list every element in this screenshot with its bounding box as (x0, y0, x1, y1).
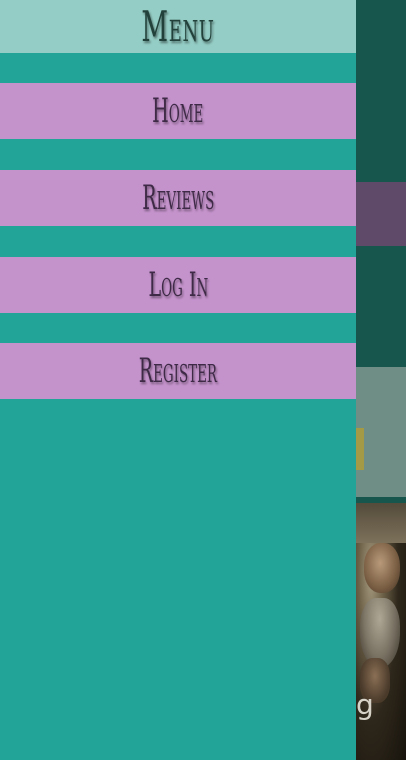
background-card-button (356, 428, 364, 470)
menu-item-log-in[interactable]: Log In (0, 257, 356, 313)
drawer-header: Menu (0, 0, 356, 53)
menu-item-home[interactable]: Home (0, 83, 356, 139)
menu-item-reviews[interactable]: Reviews (0, 170, 356, 226)
menu-item-register[interactable]: Register (0, 343, 356, 399)
poster-hat (356, 503, 406, 543)
menu-item-label: Home (152, 91, 204, 131)
drawer-title: Menu (141, 1, 215, 51)
menu-item-label: Log In (148, 265, 208, 305)
menu-item-label: Reviews (142, 178, 214, 218)
movie-poster-image: g (356, 503, 406, 760)
poster-face (364, 543, 400, 593)
navigation-drawer: Menu Home Reviews Log In Register (0, 0, 356, 760)
background-banner (356, 182, 406, 246)
poster-title-fragment: g (356, 688, 374, 721)
menu-item-label: Register (138, 351, 218, 391)
